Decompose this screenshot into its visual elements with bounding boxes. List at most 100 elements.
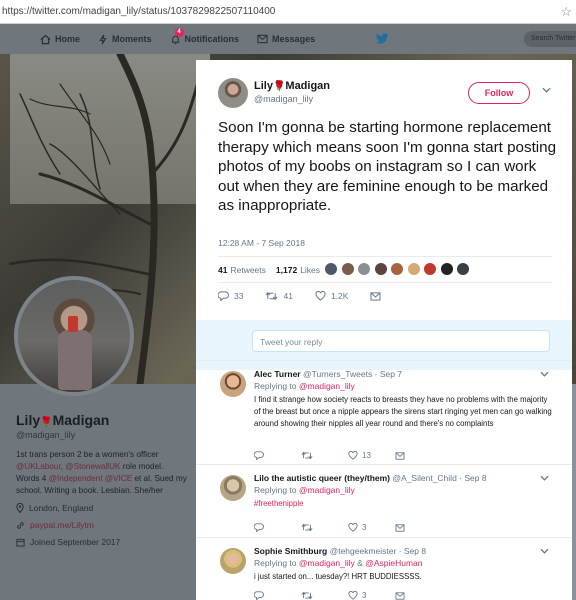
reply-author-name[interactable]: Lilo the autistic queer (they/them) (254, 473, 390, 483)
tweet-timestamp[interactable]: 12:28 AM - 7 Sep 2018 (218, 238, 305, 248)
nav-moments-label: Moments (112, 34, 152, 44)
reply-avatar[interactable] (220, 548, 246, 574)
like-count: 1.2K (330, 291, 349, 301)
retweet-icon (265, 291, 278, 301)
bio-link-independent[interactable]: @Independent (49, 474, 103, 483)
profile-name[interactable]: Lily🌹Madigan (16, 412, 109, 428)
direct-message-button[interactable] (395, 591, 420, 600)
liker-avatar[interactable] (357, 262, 371, 276)
envelope-icon (257, 34, 268, 44)
reply-button[interactable] (254, 591, 279, 600)
calendar-icon (16, 538, 25, 547)
liker-avatar[interactable] (423, 262, 437, 276)
reply-author-handle[interactable]: @tehgeekmeister (330, 546, 397, 556)
reply-actions: 3 (254, 523, 442, 532)
retweet-button[interactable] (301, 523, 326, 532)
replying-to-and: & (357, 558, 363, 568)
profile-website[interactable]: paypal.me/Lilytm (16, 520, 94, 530)
likes-count[interactable]: 1,172 (276, 265, 297, 275)
reply-avatar[interactable] (220, 371, 246, 397)
liker-avatar[interactable] (324, 262, 338, 276)
nav-moments[interactable]: Moments (98, 34, 152, 45)
bio-link-stonewall[interactable]: @StonewallUK (65, 462, 120, 471)
reply-author-handle[interactable]: @Turners_Tweets (303, 369, 372, 379)
reply-button[interactable] (254, 451, 279, 460)
nav-home[interactable]: Home (40, 34, 80, 45)
heart-icon (348, 451, 358, 460)
liker-avatar[interactable] (406, 262, 421, 276)
reply-date[interactable]: · Sep 7 (375, 369, 402, 379)
reply-button[interactable]: 33 (218, 291, 243, 301)
retweets-label[interactable]: Retweets (230, 265, 265, 275)
reply-author-name[interactable]: Alec Turner (254, 369, 301, 379)
bio-link-uklabour[interactable]: @UKLabour (16, 462, 61, 471)
follow-button[interactable]: Follow (468, 82, 530, 104)
search-input[interactable]: Search Twitter (524, 31, 576, 47)
chevron-down-icon[interactable] (540, 548, 549, 554)
author-name-last: Madigan (285, 80, 331, 92)
reply-header: Lilo the autistic queer (they/them) @A_S… (254, 473, 487, 483)
retweet-button[interactable] (301, 451, 326, 460)
tweet-author[interactable]: Lily🌹Madigan @madigan_lily (218, 78, 330, 108)
twitter-bird-icon[interactable] (376, 33, 389, 44)
liker-avatar[interactable] (456, 262, 470, 276)
author-name[interactable]: Lily🌹Madigan (254, 80, 330, 92)
reply-author-handle[interactable]: @A_Silent_Child (392, 473, 456, 483)
reply-tweet[interactable]: Sophie Smithburg @tehgeekmeister · Sep 8… (196, 537, 572, 600)
retweet-button[interactable]: 41 (265, 291, 293, 301)
author-handle[interactable]: @madigan_lily (254, 94, 330, 104)
browser-address-bar[interactable]: https://twitter.com/madigan_lily/status/… (0, 0, 576, 24)
nav-messages[interactable]: Messages (257, 34, 315, 44)
tweet-actions: 33 41 1.2K (218, 291, 408, 301)
reply-date[interactable]: · Sep 8 (459, 473, 486, 483)
likes-label[interactable]: Likes (300, 265, 320, 275)
reply-tweet[interactable]: Lilo the autistic queer (they/them) @A_S… (196, 464, 572, 537)
liker-avatar[interactable] (439, 262, 454, 276)
like-button[interactable]: 3 (348, 523, 373, 532)
profile-avatar[interactable] (14, 276, 134, 396)
url-text[interactable]: https://twitter.com/madigan_lily/status/… (2, 6, 275, 17)
replying-to-link[interactable]: @madigan_lily (299, 485, 355, 495)
chevron-down-icon[interactable] (542, 87, 551, 93)
replying-to-link[interactable]: @madigan_lily (299, 381, 355, 391)
location-pin-icon (16, 503, 24, 513)
reply-avatar[interactable] (220, 475, 246, 501)
author-name-first: Lily (254, 80, 273, 92)
location-text: London, England (29, 503, 94, 513)
reply-text: i just started on... tuesday?! HRT BUDDI… (254, 572, 422, 581)
like-button[interactable]: 3 (348, 591, 373, 600)
reply-button[interactable] (254, 523, 279, 532)
website-text[interactable]: paypal.me/Lilytm (30, 520, 94, 530)
liker-avatar[interactable] (390, 262, 404, 276)
direct-message-button[interactable] (395, 523, 420, 532)
reply-input[interactable]: Tweet your reply (252, 330, 550, 352)
hashtag-link[interactable]: #freethenipple (254, 499, 303, 508)
reply-author-name[interactable]: Sophie Smithburg (254, 546, 327, 556)
retweets-count[interactable]: 41 (218, 265, 227, 275)
rose-emoji-icon: 🌹 (40, 417, 53, 428)
retweet-button[interactable] (301, 591, 326, 600)
direct-message-button[interactable] (395, 451, 420, 460)
chevron-down-icon[interactable] (540, 475, 549, 481)
chevron-down-icon[interactable] (540, 371, 549, 377)
reply-icon (254, 523, 264, 532)
reply-text: I find it strange how society reacts to … (254, 395, 552, 429)
replying-to-link[interactable]: @madigan_lily (299, 558, 355, 568)
reply-icon (254, 451, 264, 460)
profile-handle[interactable]: @madigan_lily (16, 430, 75, 440)
liker-avatar[interactable] (373, 262, 388, 276)
author-avatar[interactable] (218, 78, 248, 108)
like-button[interactable]: 1.2K (315, 291, 349, 301)
reply-tweet[interactable]: Alec Turner @Turners_Tweets · Sep 7 Repl… (196, 360, 572, 464)
direct-message-button[interactable] (370, 291, 386, 301)
replying-to-link[interactable]: @AspieHuman (365, 558, 422, 568)
heart-icon (348, 591, 358, 600)
like-button[interactable]: 13 (348, 451, 373, 460)
bio-link-vice[interactable]: @VICE (105, 474, 132, 483)
reply-date[interactable]: · Sep 8 (399, 546, 426, 556)
liker-avatar[interactable] (340, 262, 355, 276)
profile-location: London, England (16, 503, 93, 513)
nav-notifications[interactable]: 4 Notifications (170, 27, 239, 45)
tweet-permalink-modal: Lily🌹Madigan @madigan_lily Follow Soon I… (196, 60, 572, 600)
bookmark-star-icon[interactable]: ☆ (560, 4, 572, 20)
